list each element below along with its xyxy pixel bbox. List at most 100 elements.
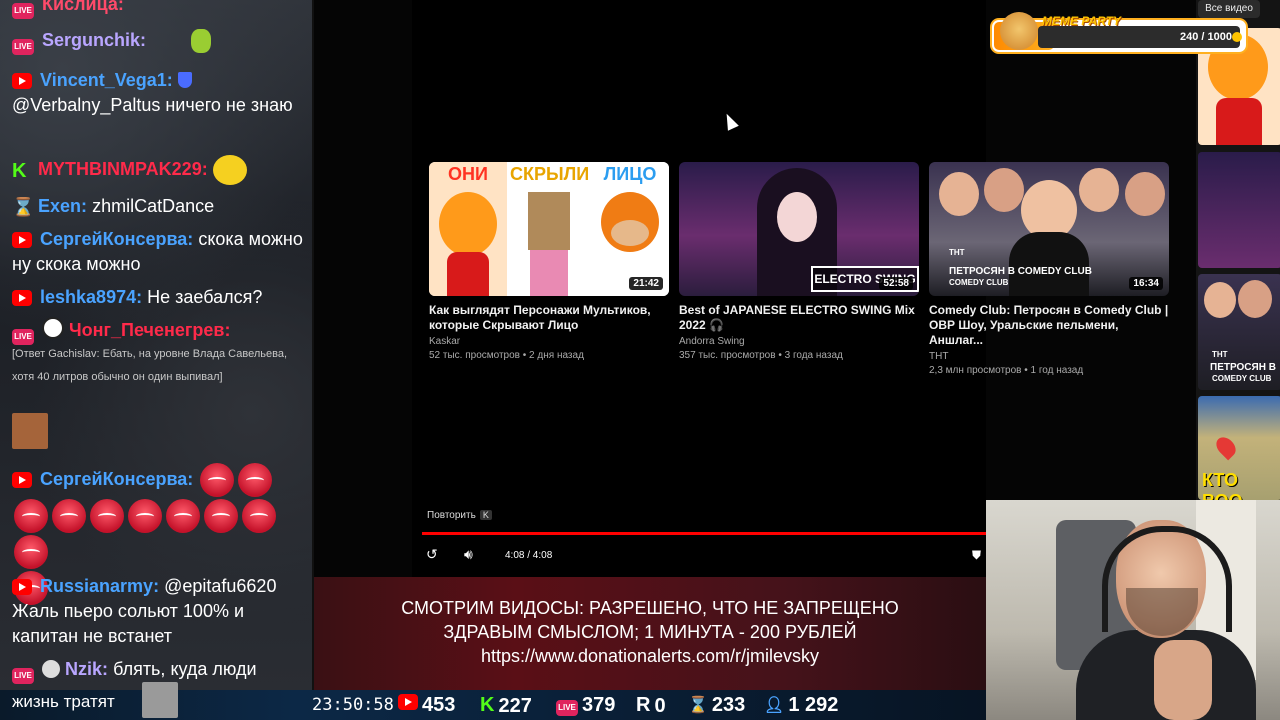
viewer-stats-bar: жизнь тратят 23:50:58 453 K 227 LIVE 379 R…	[0, 682, 986, 720]
suggested-video-card[interactable]: ТНТ ПЕТРОСЯН В COMEDY CLUB COMEDY CLUB 1…	[929, 162, 1169, 378]
donation-link[interactable]: https://www.donationalerts.com/r/jmilevs…	[314, 644, 986, 668]
shield-icon[interactable]: ⛊	[972, 548, 981, 563]
related-video-thumbnail[interactable]	[1198, 152, 1280, 268]
chat-message: LIVE Nzik: блять, куда люди	[12, 657, 308, 684]
video-player[interactable]: ОНИ СКРЫЛИ ЛИЦО 21:42 Как выглядят Персо…	[412, 0, 1169, 577]
total-viewers: 👤︎ 1 292	[764, 694, 839, 716]
video-thumbnail[interactable]: ТНТ ПЕТРОСЯН В COMEDY CLUB COMEDY CLUB 1…	[929, 162, 1169, 296]
tnt-logo: ТНТ	[949, 248, 965, 257]
related-video-thumbnail[interactable]: КТО ВОО	[1198, 396, 1280, 500]
thumbnail-caption: COMEDY CLUB	[1212, 374, 1272, 383]
chat-nick: Sergunchik:	[42, 30, 147, 50]
chat-text: жизнь тратят	[12, 692, 115, 711]
suggested-video-card[interactable]: ОНИ СКРЫЛИ ЛИЦО 21:42 Как выглядят Персо…	[429, 162, 669, 363]
video-thumbnail[interactable]: ELECTRO SWING 52:58	[679, 162, 919, 296]
thumbnail-caption: COMEDY CLUB	[949, 278, 1009, 287]
chat-nick: Vincent_Vega1:	[40, 70, 173, 90]
related-video-thumbnail[interactable]: ТНТ ПЕТРОСЯН В COMEDY CLUB	[1198, 274, 1280, 390]
video-thumbnail[interactable]: ОНИ СКРЫЛИ ЛИЦО 21:42	[429, 162, 669, 296]
youtube-badge-icon	[12, 290, 32, 306]
tnt-logo: ТНТ	[1212, 350, 1228, 359]
red-blob-emote-icon	[204, 499, 238, 533]
repeat-shortcut-key: K	[479, 510, 492, 520]
video-duration: 52:58	[879, 277, 913, 290]
video-channel[interactable]: ТНТ	[929, 350, 1169, 364]
kick-viewers: K 227	[480, 694, 532, 717]
red-blob-emote-icon	[52, 499, 86, 533]
replay-icon[interactable]: ↺	[426, 546, 438, 563]
kick-badge-icon: K	[12, 159, 27, 182]
bee-emote-icon	[212, 155, 247, 185]
banner-line: ЗДРАВЫМ СМЫСЛОМ; 1 МИНУТА - 200 РУБЛЕЙ	[443, 622, 857, 642]
chat-nick: leshka8974:	[40, 287, 143, 307]
volume-icon[interactable]: 🔊︎	[464, 546, 473, 563]
chat-nick: СергейКонсерва:	[40, 229, 194, 249]
chat-text: блять, куда люди	[113, 659, 257, 679]
chat-message: LIVE Кислица:	[12, 0, 308, 19]
chat-message: Vincent_Vega1: @Verbalny_Paltus ничего н…	[12, 68, 308, 118]
related-videos-strip: ТНТ ПЕТРОСЯН В COMEDY CLUB КТО ВОО	[1196, 0, 1280, 500]
progress-bar[interactable]	[422, 532, 986, 535]
meme-party-title: MEME PARTY	[1042, 14, 1121, 28]
all-videos-button[interactable]: Все видео	[1198, 0, 1260, 18]
video-channel[interactable]: Andorra Swing	[679, 335, 919, 349]
red-blob-emote-icon	[200, 463, 235, 497]
thumbnail-caption: ОНИ	[448, 164, 488, 184]
chat-text: @Verbalny_Paltus ничего не знаю	[12, 95, 293, 115]
video-meta: 2,3 млн просмотров • 1 год назад	[929, 365, 1084, 376]
twitch-viewers: ⌛ 233	[688, 694, 746, 716]
thumbnail-caption: СКРЫЛИ	[510, 164, 590, 184]
chat-panel: LIVE Кислица: LIVE Sergunchik: Vincent_V…	[0, 0, 314, 690]
thumbnail-caption: ПЕТРОСЯН В COMEDY CLUB	[949, 266, 1092, 277]
suggested-video-card[interactable]: ELECTRO SWING 52:58 Best of JAPANESE ELE…	[679, 162, 919, 363]
chat-nick: Кислица:	[42, 0, 124, 14]
frog-emote-icon	[191, 29, 212, 54]
chat-message: Russianarmy: @epitafu6620 Жаль пьеро сол…	[12, 574, 308, 649]
chat-nick: СергейКонсерва:	[40, 468, 194, 489]
video-meta: 52 тыс. просмотров • 2 дня назад	[429, 350, 584, 361]
chat-nick: Чонг_Печенегрев:	[69, 320, 231, 340]
youtube-badge-icon	[12, 579, 32, 595]
video-title[interactable]: Comedy Club: Петросян в Comedy Club | ОВ…	[929, 303, 1169, 348]
live-viewers: LIVE 379	[556, 694, 615, 717]
video-channel[interactable]: Kaskar	[429, 335, 669, 349]
video-title[interactable]: Best of JAPANESE ELECTRO SWING Mix 2022 …	[679, 303, 919, 333]
rutube-icon: R	[636, 694, 651, 716]
coin-icon	[1232, 32, 1242, 42]
live-badge-icon: LIVE	[12, 39, 34, 55]
red-blob-emote-icon	[238, 463, 273, 497]
chat-message: СергейКонсерва: скока можно ну скока мож…	[12, 227, 308, 277]
video-title[interactable]: Как выглядят Персонажи Мультиков, которы…	[429, 303, 669, 333]
rutube-viewers: R0	[636, 694, 666, 717]
thumbnail-caption: ЛИЦО	[603, 164, 657, 184]
chat-message: LIVE Sergunchik:	[12, 28, 308, 55]
live-badge-icon: LIVE	[12, 668, 34, 684]
chat-nick: Russianarmy:	[40, 576, 160, 596]
youtube-badge-icon	[12, 232, 32, 248]
red-blob-emote-icon	[14, 535, 48, 569]
meme-party-count: 240 / 1000	[1180, 31, 1232, 43]
chat-nick: Exen:	[38, 196, 88, 216]
avatar-emote-icon	[42, 660, 61, 678]
twitch-icon: ⌛	[688, 697, 708, 714]
chat-reply-quote: [Ответ Gachislav: Ебать, на уровне Влада…	[12, 348, 288, 383]
youtube-icon	[398, 694, 418, 710]
kick-icon: K	[480, 694, 495, 716]
chat-nick: Nzik:	[65, 659, 109, 679]
live-badge-icon: LIVE	[12, 3, 34, 19]
thumbnail-caption: КТО ВОО	[1202, 470, 1243, 500]
chat-message: K MYTHBINMPAK229:	[12, 155, 308, 185]
face-emote-icon	[12, 413, 48, 449]
doge-icon	[1000, 12, 1038, 50]
video-duration: 21:42	[629, 277, 663, 290]
repeat-button[interactable]: Повторить K	[427, 510, 492, 521]
twitch-badge-icon: ⌛	[12, 197, 35, 217]
chat-nick: MYTHBINMPAK229:	[38, 158, 208, 179]
red-blob-emote-icon	[90, 499, 124, 533]
red-blob-emote-icon	[14, 499, 48, 533]
stream-clock: 23:50:58	[312, 695, 394, 715]
chat-message: LIVE Чонг_Печенегрев:	[12, 317, 308, 345]
chat-message: leshka8974: Не заебался?	[12, 285, 308, 310]
chat-text: zhmilCatDance	[92, 196, 215, 216]
video-duration: 16:34	[1129, 277, 1163, 290]
